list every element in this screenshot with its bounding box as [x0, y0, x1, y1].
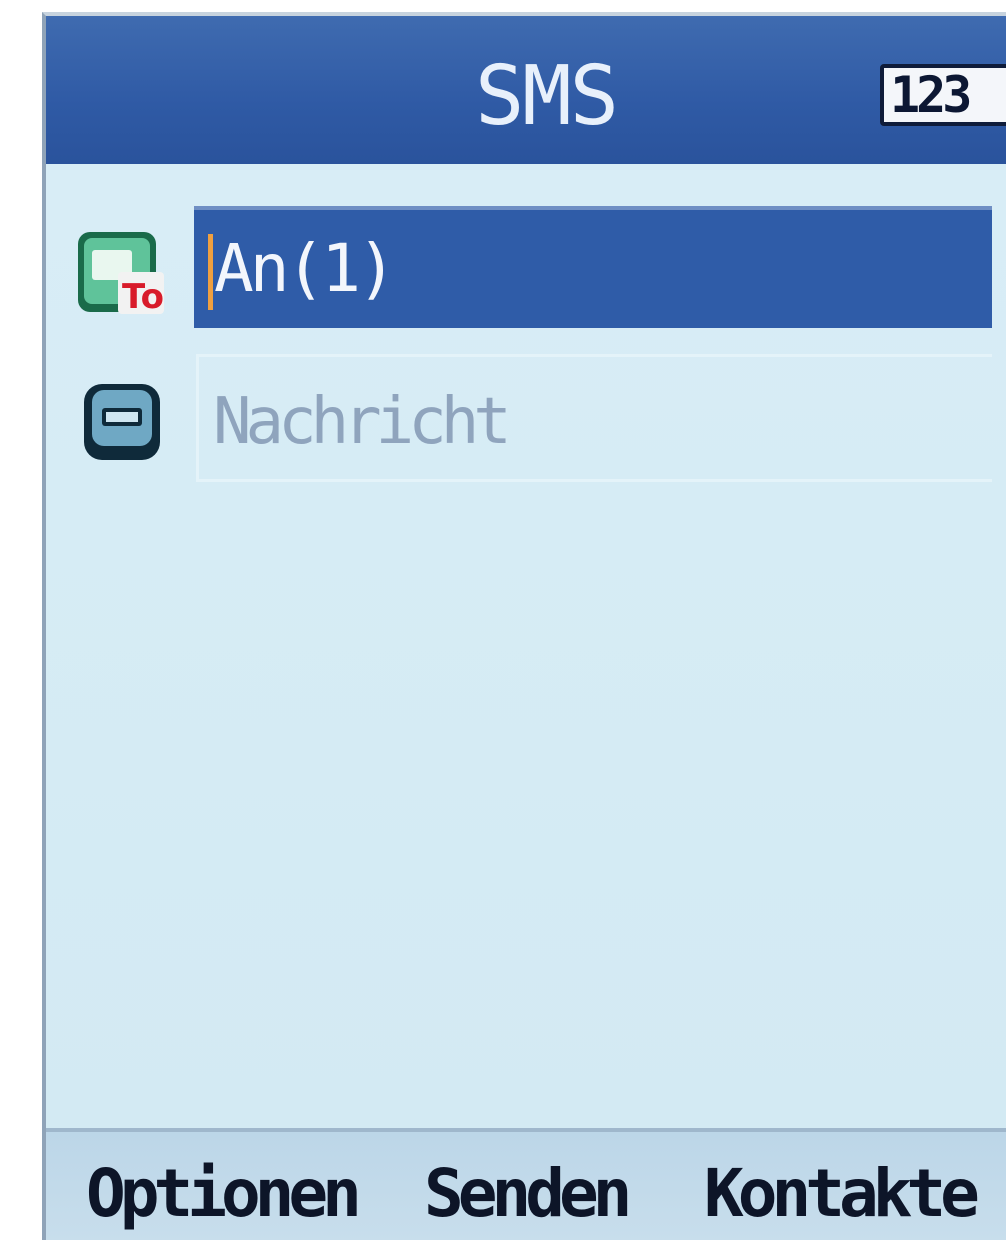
- screen-title: SMS: [474, 49, 619, 144]
- phone-screen: SMS 123 To An(1) Nachricht Optionen Send: [42, 12, 1006, 1240]
- recipient-label: An(1): [214, 230, 397, 307]
- contacts-softkey[interactable]: Kontakte: [704, 1154, 980, 1234]
- send-softkey[interactable]: Senden: [424, 1154, 632, 1234]
- options-softkey[interactable]: Optionen: [86, 1154, 362, 1234]
- message-icon: [84, 384, 160, 460]
- input-mode-indicator: 123: [880, 64, 1006, 126]
- softkey-bar: Optionen Senden Kontakte: [46, 1128, 1006, 1240]
- compose-area: To An(1) Nachricht: [46, 164, 1006, 1128]
- to-recipient-icon: To: [78, 232, 164, 317]
- text-cursor: [208, 234, 213, 310]
- message-placeholder: Nachricht: [213, 385, 512, 459]
- message-field[interactable]: Nachricht: [196, 354, 992, 482]
- title-bar: SMS 123: [46, 16, 1006, 164]
- recipient-field[interactable]: An(1): [194, 206, 992, 328]
- svg-text:To: To: [122, 277, 164, 317]
